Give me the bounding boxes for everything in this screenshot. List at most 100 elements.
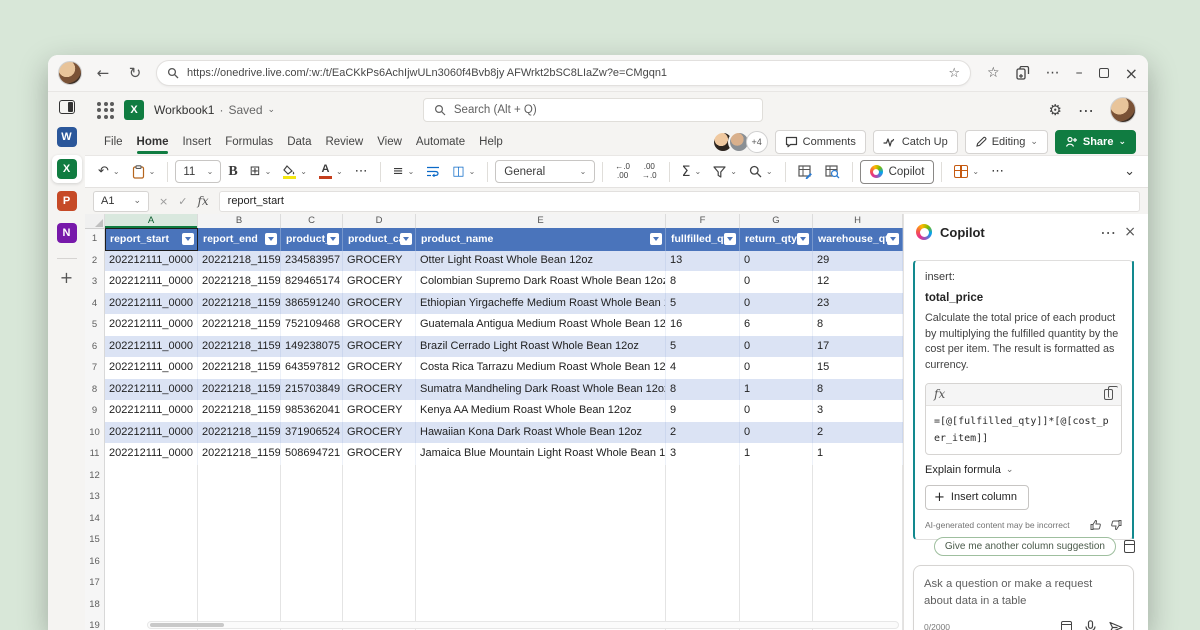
table-header-cell[interactable]: return_qty — [740, 228, 813, 251]
cell[interactable]: GROCERY — [343, 400, 416, 423]
column-header-G[interactable]: G — [740, 214, 813, 229]
borders-button[interactable]: ⊞ ⌄ — [245, 161, 277, 182]
cell[interactable] — [416, 550, 666, 573]
share-button[interactable]: Share ⌄ — [1054, 129, 1136, 154]
cell[interactable]: Ethiopian Yirgacheffe Medium Roast Whole… — [416, 292, 666, 315]
editing-mode-button[interactable]: Editing ⌄ — [964, 129, 1048, 154]
row-number[interactable]: 12 — [85, 464, 105, 487]
table-header-cell[interactable]: product_name — [416, 228, 666, 251]
cell[interactable] — [740, 529, 813, 552]
cell[interactable] — [740, 507, 813, 530]
row-number[interactable]: 18 — [85, 593, 105, 616]
paste-button[interactable]: ⌄ — [127, 162, 161, 182]
sheet-icon[interactable] — [1124, 540, 1135, 553]
cell[interactable] — [813, 529, 903, 552]
table-header-cell[interactable]: report_end — [198, 228, 281, 251]
cell[interactable]: 2 — [666, 421, 740, 444]
cell[interactable] — [281, 529, 343, 552]
cell[interactable] — [105, 486, 198, 509]
cell[interactable]: GROCERY — [343, 378, 416, 401]
cell[interactable]: 4 — [666, 357, 740, 380]
row-number[interactable]: 6 — [85, 335, 105, 358]
cell[interactable]: 643597812 — [281, 357, 343, 380]
cell[interactable]: GROCERY — [343, 292, 416, 315]
rail-app-word[interactable]: W — [52, 123, 82, 151]
confirm-entry-icon[interactable]: ✓ — [178, 195, 187, 208]
thumbs-down-icon[interactable] — [1110, 519, 1122, 531]
filter-button[interactable] — [182, 233, 194, 246]
cell[interactable] — [343, 486, 416, 509]
row-number[interactable]: 4 — [85, 292, 105, 315]
cell[interactable]: 202212111_0000 — [105, 443, 198, 466]
filter-button[interactable] — [887, 233, 899, 246]
cell[interactable]: GROCERY — [343, 357, 416, 380]
cell[interactable]: 0 — [740, 249, 813, 272]
close-icon[interactable]: × — [1125, 64, 1138, 83]
cell[interactable]: 149238075 — [281, 335, 343, 358]
cell[interactable] — [281, 507, 343, 530]
workbook-title[interactable]: Workbook1 · Saved ⌄ — [154, 103, 275, 117]
suggestion-chip[interactable]: Give me another column suggestion — [933, 537, 1116, 556]
cell[interactable] — [281, 550, 343, 573]
cell[interactable] — [666, 572, 740, 595]
rail-app-powerpoint[interactable]: P — [52, 187, 82, 215]
copilot-button[interactable]: Copilot — [859, 159, 935, 184]
cell[interactable]: 20221218_1159 — [198, 357, 281, 380]
minimize-icon[interactable]: – — [1076, 65, 1083, 81]
cell[interactable]: 20221218_1159 — [198, 378, 281, 401]
favorites-icon[interactable]: ☆ — [987, 65, 1000, 81]
table-header-cell[interactable]: product_id — [281, 228, 343, 251]
sidebar-toggle-icon[interactable] — [58, 100, 75, 114]
increase-decimal-button[interactable]: .00 →.0 — [637, 160, 662, 183]
column-header-H[interactable]: H — [813, 214, 903, 229]
cell[interactable]: 0 — [740, 421, 813, 444]
cell[interactable] — [416, 486, 666, 509]
cell[interactable]: 985362041 — [281, 400, 343, 423]
filter-button[interactable] — [265, 233, 277, 246]
maximize-icon[interactable] — [1098, 68, 1109, 78]
cell[interactable] — [281, 572, 343, 595]
copilot-close-icon[interactable]: × — [1124, 224, 1136, 240]
font-size-select[interactable]: 11 ⌄ — [175, 160, 222, 183]
rail-app-onenote[interactable]: N — [52, 219, 82, 247]
sort-filter-button[interactable]: ⌄ — [708, 163, 742, 181]
cell[interactable]: 202212111_0000 — [105, 400, 198, 423]
cell[interactable]: 202212111_0000 — [105, 249, 198, 272]
alignment-button[interactable]: ≡ ⌄ — [388, 161, 420, 182]
cell[interactable] — [105, 529, 198, 552]
suggested-formula[interactable]: =[@[fulfilled_qty]]*[@[cost_per_item]] — [926, 406, 1121, 454]
row-number[interactable]: 11 — [85, 443, 105, 466]
row-number[interactable]: 10 — [85, 421, 105, 444]
row-number[interactable]: 2 — [85, 249, 105, 272]
row-number[interactable]: 1 — [85, 228, 105, 251]
cell[interactable]: Kenya AA Medium Roast Whole Bean 12oz — [416, 400, 666, 423]
add-app-icon[interactable]: + — [60, 268, 73, 287]
cell[interactable]: Colombian Supremo Dark Roast Whole Bean … — [416, 271, 666, 294]
cell[interactable] — [343, 464, 416, 487]
fill-color-button[interactable]: ⌄ — [278, 162, 312, 182]
cell[interactable]: 508694721 — [281, 443, 343, 466]
scrollbar-thumb[interactable] — [150, 623, 224, 627]
browser-menu-icon[interactable]: ⋯ — [1046, 65, 1060, 81]
row-number[interactable]: 13 — [85, 486, 105, 509]
copy-icon[interactable] — [1104, 385, 1118, 400]
filter-button[interactable] — [327, 233, 339, 246]
cell[interactable] — [343, 572, 416, 595]
cell[interactable]: 202212111_0000 — [105, 421, 198, 444]
row-number[interactable]: 5 — [85, 314, 105, 337]
row-number[interactable]: 7 — [85, 357, 105, 380]
cell[interactable]: Brazil Cerrado Light Roast Whole Bean 12… — [416, 335, 666, 358]
cell[interactable] — [198, 529, 281, 552]
column-header-D[interactable]: D — [343, 214, 416, 229]
cell[interactable] — [666, 593, 740, 616]
cell[interactable]: GROCERY — [343, 335, 416, 358]
cell[interactable]: Otter Light Roast Whole Bean 12oz — [416, 249, 666, 272]
horizontal-scrollbar[interactable] — [147, 621, 899, 629]
thumbs-up-icon[interactable] — [1090, 519, 1102, 531]
microphone-icon[interactable] — [1085, 620, 1096, 630]
insert-function-icon[interactable]: fx — [197, 194, 208, 208]
cell[interactable] — [343, 593, 416, 616]
refresh-icon[interactable]: ↻ — [124, 64, 146, 82]
menu-tab-home[interactable]: Home — [130, 132, 176, 154]
cell[interactable]: GROCERY — [343, 443, 416, 466]
